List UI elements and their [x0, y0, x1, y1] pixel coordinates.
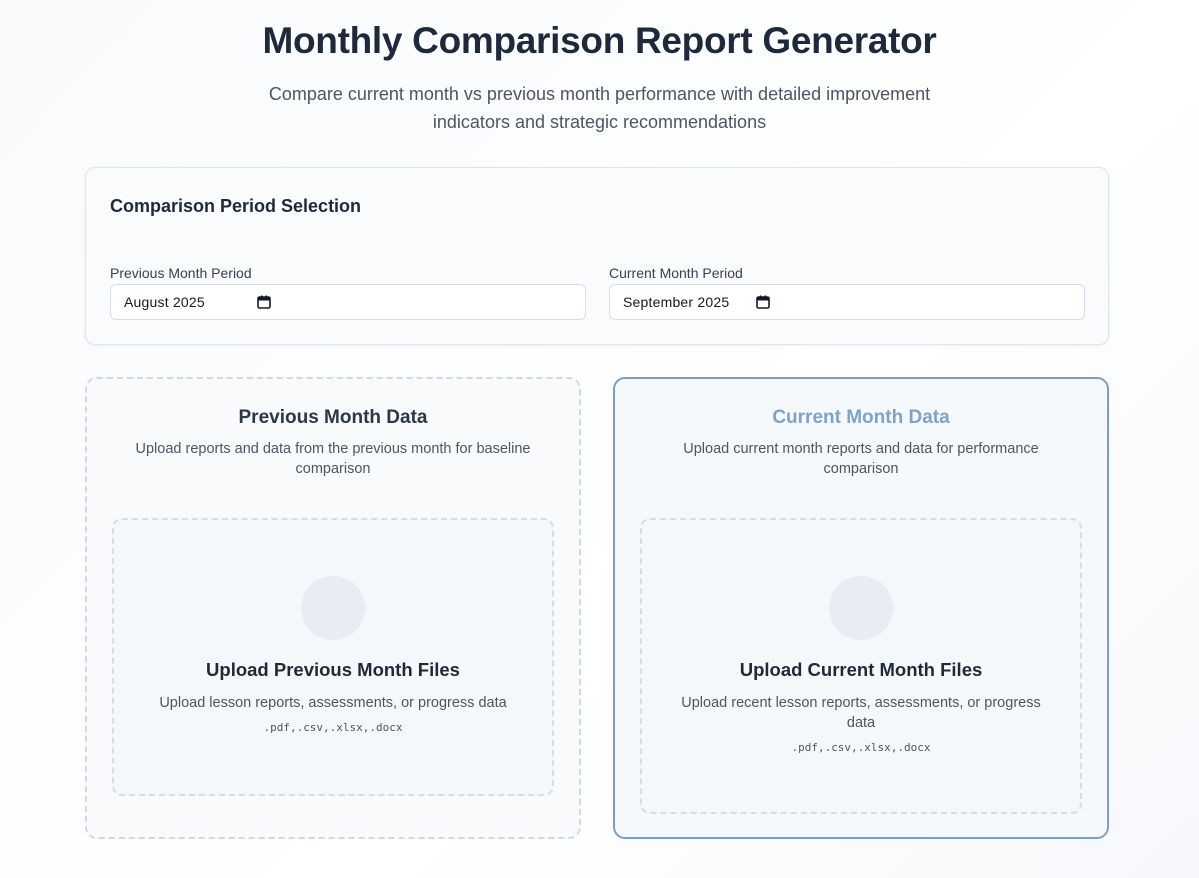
- current-panel-title: Current Month Data: [772, 407, 950, 428]
- previous-month-data-panel: Previous Month Data Upload reports and d…: [85, 377, 581, 839]
- previous-upload-dropzone[interactable]: Upload Previous Month Files Upload lesso…: [112, 518, 554, 796]
- calendar-icon[interactable]: [257, 295, 271, 309]
- previous-panel-description: Upload reports and data from the previou…: [135, 441, 531, 477]
- current-upload-description: Upload recent lesson reports, assessment…: [681, 695, 1041, 731]
- current-month-value: September 2025: [623, 294, 730, 310]
- previous-upload-title: Upload Previous Month Files: [206, 659, 460, 680]
- previous-month-label: Previous Month Period: [110, 265, 252, 281]
- current-file-types: .pdf,.csv,.xlsx,.docx: [791, 741, 931, 754]
- previous-upload-description: Upload lesson reports, assessments, or p…: [159, 695, 507, 711]
- previous-month-value: August 2025: [124, 294, 205, 310]
- previous-month-input[interactable]: August 2025: [110, 284, 586, 320]
- page-title: Monthly Comparison Report Generator: [262, 20, 937, 61]
- upload-icon: [829, 576, 893, 640]
- comparison-period-card: Comparison Period Selection Previous Mon…: [85, 167, 1109, 345]
- current-panel-description: Upload current month reports and data fo…: [683, 441, 1039, 477]
- previous-file-types: .pdf,.csv,.xlsx,.docx: [263, 721, 403, 734]
- previous-panel-title: Previous Month Data: [238, 407, 428, 428]
- upload-icon: [301, 576, 365, 640]
- page-subtitle: Compare current month vs previous month …: [268, 84, 931, 132]
- current-month-label: Current Month Period: [609, 265, 743, 281]
- current-upload-dropzone[interactable]: Upload Current Month Files Upload recent…: [640, 518, 1082, 814]
- current-upload-title: Upload Current Month Files: [739, 659, 983, 680]
- current-month-input[interactable]: September 2025: [609, 284, 1085, 320]
- period-selection-heading: Comparison Period Selection: [110, 196, 362, 216]
- current-month-data-panel: Current Month Data Upload current month …: [613, 377, 1109, 839]
- calendar-icon[interactable]: [756, 295, 770, 309]
